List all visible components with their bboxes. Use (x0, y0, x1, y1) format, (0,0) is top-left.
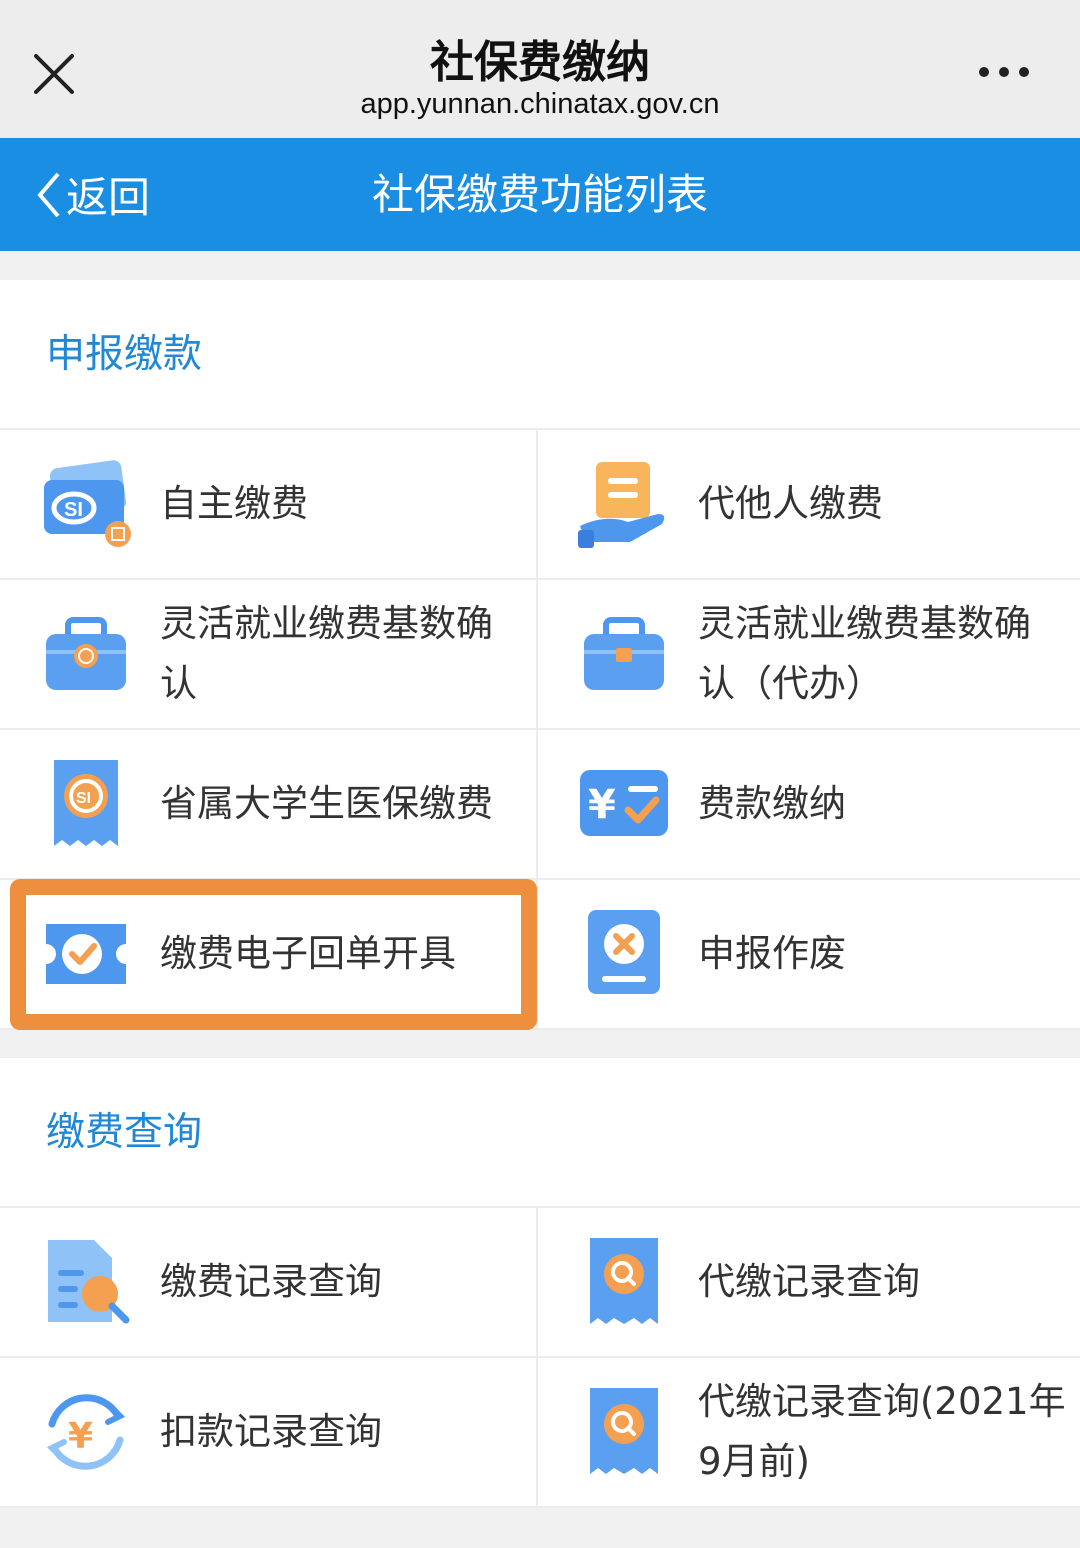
cancel-document-icon (588, 910, 660, 994)
more-icon[interactable] (972, 56, 1036, 88)
menu-item-label: 缴费记录查询 (160, 1260, 382, 1303)
section-declare-pay: 申报缴款 SI 自主缴费 代他人缴费 灵活就业缴费基数确认 灵活就业缴费基数确认… (0, 280, 1080, 1030)
menu-item-label: 灵活就业缴费基数确认 (160, 602, 493, 705)
menu-item-pay-for-others[interactable]: 代他人缴费 (538, 430, 1080, 580)
menu-item-student-medical[interactable]: SI 省属大学生医保缴费 (0, 730, 538, 880)
section-payment-query: 缴费查询 缴费记录查询 代缴记录查询 ¥ 扣款记录查询 代缴记录查询(2021年… (0, 1058, 1080, 1508)
ticket-check-icon (46, 924, 126, 984)
menu-item-label: 扣款记录查询 (160, 1410, 382, 1453)
divider (0, 251, 1080, 280)
document-search-icon (48, 1240, 130, 1324)
menu-item-label: 代缴记录查询(2021年9月前) (698, 1380, 1066, 1483)
menu-item-label: 灵活就业缴费基数确认（代办） (698, 602, 1031, 705)
menu-item-flexible-base-confirm[interactable]: 灵活就业缴费基数确认 (0, 580, 538, 730)
browser-title-bar: 社保费缴纳 app.yunnan.chinatax.gov.cn (0, 0, 1080, 138)
menu-item-label: 申报作废 (698, 932, 846, 975)
page-title: 社保缴费功能列表 (371, 170, 708, 219)
menu-item-proxy-record-query[interactable]: 代缴记录查询 (538, 1208, 1080, 1358)
svg-text:SI: SI (76, 790, 91, 807)
menu-item-label: 自主缴费 (160, 482, 308, 525)
menu-item-self-payment[interactable]: SI 自主缴费 (0, 430, 538, 580)
menu-item-label: 省属大学生医保缴费 (160, 782, 493, 825)
section-title: 申报缴款 (0, 280, 1080, 430)
receipt-search-icon (590, 1388, 658, 1474)
receipt-search-icon (590, 1238, 658, 1324)
receipt-icon: SI (54, 760, 118, 846)
divider (0, 1030, 1080, 1058)
app-header: 返回 社保缴费功能列表 (0, 138, 1080, 251)
browser-url: app.yunnan.chinatax.gov.cn (360, 88, 720, 120)
browser-page-name: 社保费缴纳 (430, 37, 650, 88)
briefcase-icon (46, 617, 126, 690)
menu-item-deduction-record-query[interactable]: ¥ 扣款记录查询 (0, 1358, 538, 1508)
section-title: 缴费查询 (0, 1058, 1080, 1208)
menu-item-proxy-record-query-before-2021[interactable]: 代缴记录查询(2021年9月前) (538, 1358, 1080, 1508)
menu-item-e-receipt[interactable]: 缴费电子回单开具 (0, 880, 538, 1030)
briefcase-icon (584, 617, 664, 690)
yuan-check-icon: ¥ (580, 770, 668, 836)
social-security-card-icon: SI (44, 460, 131, 547)
menu-item-label: 代缴记录查询 (698, 1260, 920, 1303)
menu-item-label: 缴费电子回单开具 (160, 932, 456, 975)
hand-document-icon (578, 462, 665, 548)
menu-item-flexible-base-confirm-proxy[interactable]: 灵活就业缴费基数确认（代办） (538, 580, 1080, 730)
yuan-refresh-icon: ¥ (46, 1394, 126, 1470)
menu-item-payment-record-query[interactable]: 缴费记录查询 (0, 1208, 538, 1358)
svg-text:¥: ¥ (588, 782, 616, 828)
menu-item-label: 费款缴纳 (698, 782, 846, 825)
menu-item-void-declaration[interactable]: 申报作废 (538, 880, 1080, 1030)
menu-item-fee-payment[interactable]: ¥ 费款缴纳 (538, 730, 1080, 880)
svg-text:¥: ¥ (68, 1416, 93, 1457)
svg-text:SI: SI (64, 499, 83, 521)
menu-item-label: 代他人缴费 (698, 482, 883, 525)
